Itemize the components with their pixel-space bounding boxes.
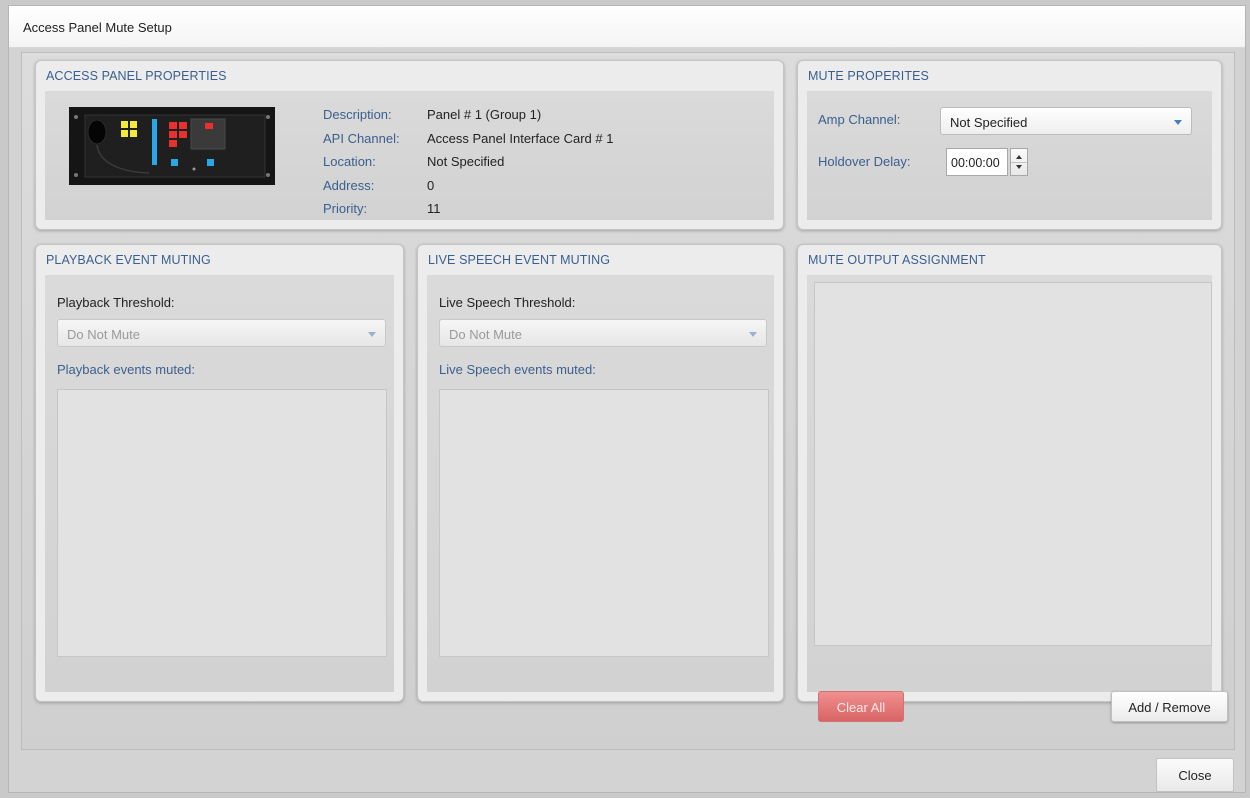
address-label: Address:: [323, 177, 375, 193]
playback-threshold-dropdown[interactable]: Do Not Mute: [57, 319, 386, 347]
live-speech-events-list[interactable]: [439, 389, 769, 657]
holdover-delay-label: Holdover Delay:: [818, 154, 911, 169]
close-button[interactable]: Close: [1156, 758, 1234, 792]
address-value: 0: [427, 177, 435, 193]
mute-output-body: Clear All Add / Remove: [807, 275, 1228, 722]
live-speech-muting-body: Live Speech Threshold: Do Not Mute Live …: [427, 275, 774, 692]
api-channel-value: Access Panel Interface Card # 1: [427, 130, 614, 146]
access-panel-image: [69, 107, 275, 185]
playback-threshold-label: Playback Threshold:: [57, 295, 175, 310]
mute-properties-body: Amp Channel: Not Specified Holdover Dela…: [807, 91, 1212, 220]
access-panel-properties: ACCESS PANEL PROPERTIES Description: API…: [35, 60, 784, 230]
chevron-down-icon: [1174, 120, 1182, 125]
clear-all-button[interactable]: Clear All: [818, 691, 904, 722]
live-speech-threshold-label: Live Speech Threshold:: [439, 295, 576, 310]
playback-threshold-value: Do Not Mute: [67, 327, 140, 342]
live-speech-muting-header: LIVE SPEECH EVENT MUTING: [428, 253, 611, 267]
mute-properties-header: MUTE PROPERITES: [808, 69, 929, 83]
playback-muting-panel: PLAYBACK EVENT MUTING Playback Threshold…: [35, 244, 404, 702]
api-channel-label: API Channel:: [323, 130, 400, 146]
playback-events-list[interactable]: [57, 389, 387, 657]
title-bar: Access Panel Mute Setup: [9, 6, 1245, 48]
live-speech-threshold-dropdown[interactable]: Do Not Mute: [439, 319, 767, 347]
access-panel-body: Description: API Channel: Location: Addr…: [45, 91, 774, 220]
location-value: Not Specified: [427, 154, 505, 169]
access-panel-values: Panel # 1 (Group 1) Access Panel Interfa…: [427, 103, 613, 221]
holdover-delay-input[interactable]: 00:00:00: [946, 148, 1008, 176]
mute-output-list[interactable]: [814, 282, 1212, 646]
playback-muting-body: Playback Threshold: Do Not Mute Playback…: [45, 275, 394, 692]
mute-output-header: MUTE OUTPUT ASSIGNMENT: [808, 253, 986, 267]
mute-properties-panel: MUTE PROPERITES Amp Channel: Not Specifi…: [797, 60, 1222, 230]
mute-setup-window: Access Panel Mute Setup ACCESS PANEL PRO…: [8, 5, 1246, 793]
content-area: ACCESS PANEL PROPERTIES Description: API…: [21, 52, 1235, 750]
playback-muting-header: PLAYBACK EVENT MUTING: [46, 253, 211, 267]
live-speech-threshold-value: Do Not Mute: [449, 327, 522, 342]
access-panel-labels: Description: API Channel: Location: Addr…: [323, 103, 400, 221]
amp-channel-value: Not Specified: [950, 115, 1028, 130]
add-remove-button[interactable]: Add / Remove: [1111, 691, 1228, 722]
mute-output-panel: MUTE OUTPUT ASSIGNMENT Clear All Add / R…: [797, 244, 1228, 722]
chevron-down-icon: [368, 332, 376, 337]
amp-channel-label: Amp Channel:: [818, 112, 901, 127]
access-panel-header: ACCESS PANEL PROPERTIES: [46, 69, 227, 83]
live-speech-muting-panel: LIVE SPEECH EVENT MUTING Live Speech Thr…: [417, 244, 784, 702]
spin-down-icon[interactable]: [1016, 165, 1022, 169]
live-speech-events-muted-label: Live Speech events muted:: [439, 362, 596, 377]
location-label: Location:: [323, 154, 376, 169]
amp-channel-dropdown[interactable]: Not Specified: [940, 107, 1192, 135]
holdover-delay-spinner[interactable]: [1010, 148, 1028, 176]
playback-events-muted-label: Playback events muted:: [57, 362, 196, 377]
priority-label: Priority:: [323, 201, 368, 216]
spin-up-icon[interactable]: [1016, 155, 1022, 159]
priority-value: 11: [427, 201, 441, 216]
description-label: Description:: [323, 107, 392, 122]
window-title: Access Panel Mute Setup: [23, 20, 172, 35]
description-value: Panel # 1 (Group 1): [427, 107, 542, 122]
chevron-down-icon: [749, 332, 757, 337]
